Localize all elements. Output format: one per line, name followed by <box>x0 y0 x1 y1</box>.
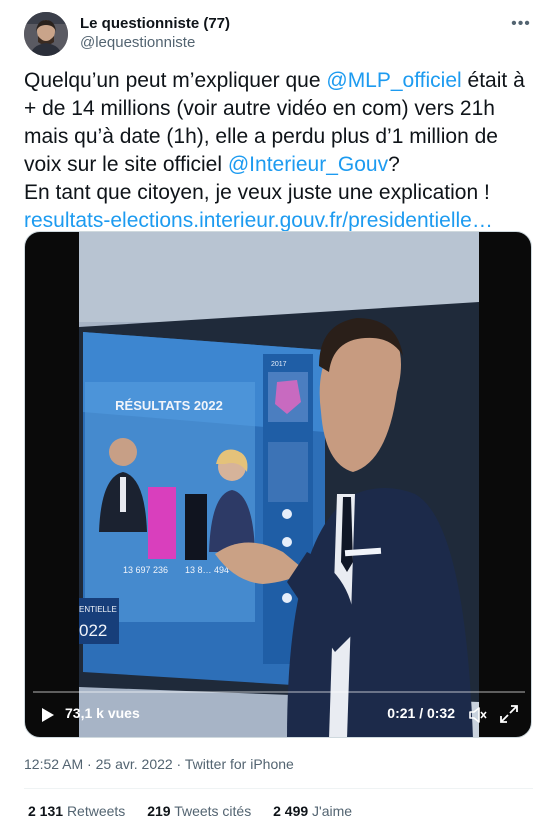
likes-count: 2 499 <box>273 803 309 819</box>
corner-label-year: 022 <box>79 621 107 640</box>
value-right: 13 8… 494 <box>185 565 229 575</box>
quotes-stat[interactable]: 219 Tweets cités <box>147 803 251 819</box>
tweet-source[interactable]: Twitter for iPhone <box>185 756 294 772</box>
video-frame: RÉSULTATS 2022 2017 13 697 236 13 8… 494… <box>33 232 525 737</box>
tweet-header: Le questionniste (77) @lequestionniste •… <box>24 12 534 56</box>
mention-mlp[interactable]: @MLP_officiel <box>326 69 461 92</box>
mute-icon[interactable] <box>467 705 487 725</box>
mention-interieur[interactable]: @Interieur_Gouv <box>228 153 388 176</box>
corner-label-top: ENTIELLE <box>79 605 117 614</box>
screen-title: RÉSULTATS 2022 <box>115 398 223 413</box>
quotes-count: 219 <box>147 803 171 819</box>
quotes-label: Tweets cités <box>174 803 252 819</box>
tweet-meta: 12:52 AM · 25 avr. 2022 · Twitter for iP… <box>24 756 294 772</box>
bar-right <box>185 494 207 560</box>
bar-left <box>148 487 176 559</box>
avatar[interactable] <box>24 12 68 56</box>
video-time: 0:21 / 0:32 <box>387 705 455 721</box>
tweet-paragraph: Quelqu’un peut m’expliquer que @MLP_offi… <box>24 67 532 179</box>
meta-separator: · <box>172 756 185 772</box>
screen-year-small: 2017 <box>271 361 287 368</box>
tweet-text-part: Quelqu’un peut m’expliquer que <box>24 69 327 92</box>
meta-separator: · <box>83 756 96 772</box>
video-player[interactable]: RÉSULTATS 2022 2017 13 697 236 13 8… 494… <box>24 231 532 738</box>
retweets-label: Retweets <box>66 803 126 819</box>
view-count: 73,1 k vues <box>65 705 140 721</box>
tweet-line-2: En tant que citoyen, je veux juste une e… <box>24 181 490 204</box>
play-icon[interactable] <box>41 707 55 723</box>
retweets-count: 2 131 <box>28 803 64 819</box>
tweet-text-part: ? <box>388 153 400 176</box>
value-left: 13 697 236 <box>123 565 168 575</box>
tweet-time[interactable]: 12:52 AM <box>24 756 83 772</box>
handle[interactable]: @lequestionniste <box>80 34 195 51</box>
video-controls: 73,1 k vues 0:21 / 0:32 <box>25 693 531 737</box>
likes-stat[interactable]: 2 499 J'aime <box>273 803 352 819</box>
retweets-stat[interactable]: 2 131 Retweets <box>28 803 125 819</box>
tweet-text: Quelqu’un peut m’expliquer que @MLP_offi… <box>24 67 532 235</box>
tweet-stats: 2 131 Retweets 219 Tweets cités 2 499 J'… <box>28 803 370 819</box>
more-icon[interactable]: ••• <box>510 16 532 32</box>
likes-label: J'aime <box>312 803 353 819</box>
divider <box>24 788 533 789</box>
tweet-date[interactable]: 25 avr. 2022 <box>96 756 173 772</box>
expand-icon[interactable] <box>499 704 519 724</box>
display-name[interactable]: Le questionniste (77) <box>80 15 230 32</box>
